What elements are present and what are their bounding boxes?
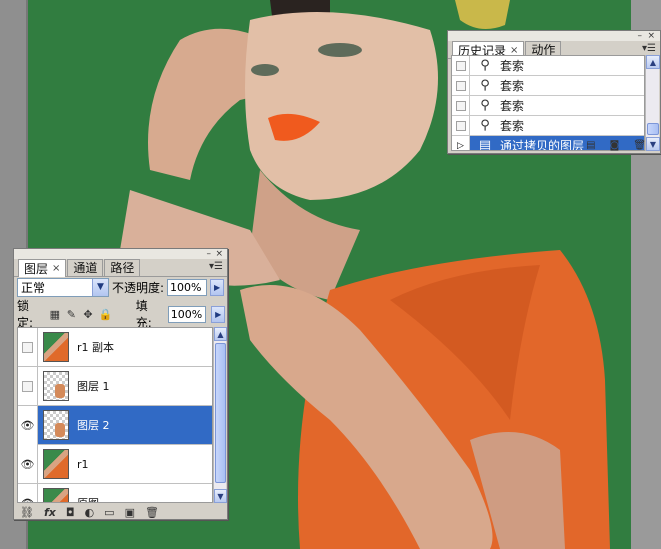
- fx-icon[interactable]: fx: [44, 506, 56, 519]
- fill-input[interactable]: 100%: [167, 305, 207, 323]
- tab-channels-label: 通道: [73, 261, 98, 275]
- layer-name: 图层 2: [77, 419, 110, 432]
- history-source-toggle[interactable]: [452, 95, 470, 116]
- history-source-toggle[interactable]: [452, 56, 470, 76]
- opacity-input[interactable]: 100%: [167, 278, 208, 296]
- lock-image-icon[interactable]: ✎: [66, 308, 78, 321]
- layer-row[interactable]: 👁 原图: [18, 483, 212, 502]
- minimize-icon[interactable]: –: [207, 249, 212, 259]
- layer-thumbnail: [43, 488, 69, 502]
- history-item[interactable]: ⚲ 套索: [452, 115, 644, 136]
- layers-panel: – × 图层 × 通道 路径 ▾☰ 正常 ▼ 不透明度: 100% ▶ 锁定: …: [13, 248, 228, 520]
- history-item[interactable]: ⚲ 套索: [452, 95, 644, 116]
- opacity-label: 不透明度:: [112, 280, 165, 295]
- eye-icon[interactable]: 👁: [18, 483, 38, 502]
- mask-icon[interactable]: ◘: [66, 506, 75, 519]
- lasso-icon: ⚲: [480, 98, 490, 113]
- layers-bottom-bar: ⛓ fx ◘ ◐ ▭ ▣ 🗑: [20, 505, 224, 519]
- layers-list: r1 副本 图层 1 👁 图层 2 👁 r1 👁 原图: [17, 327, 213, 503]
- scroll-down-icon[interactable]: ▼: [214, 489, 227, 503]
- blend-mode-select[interactable]: 正常 ▼: [17, 277, 109, 297]
- panel-menu-icon[interactable]: ▾☰: [209, 261, 223, 272]
- history-item-label: 套索: [500, 119, 525, 133]
- scroll-thumb[interactable]: [215, 343, 226, 483]
- layers-titlebar[interactable]: – ×: [14, 249, 227, 259]
- folder-icon[interactable]: ▭: [104, 506, 114, 519]
- new-layer-icon[interactable]: ▣: [125, 506, 135, 519]
- layer-thumbnail: [43, 410, 69, 440]
- blend-mode-value: 正常: [21, 280, 46, 295]
- tab-paths[interactable]: 路径: [104, 259, 141, 276]
- layer-name: r1 副本: [77, 341, 115, 354]
- visibility-toggle[interactable]: [18, 366, 38, 406]
- adjustment-icon[interactable]: ◐: [85, 506, 95, 519]
- layer-name: 原图: [77, 495, 99, 502]
- fill-slider-arrow-icon[interactable]: ▶: [211, 305, 225, 323]
- tab-channels[interactable]: 通道: [67, 259, 104, 276]
- layers-tabs: 图层 × 通道 路径 ▾☰: [14, 259, 227, 277]
- layers-scrollbar[interactable]: ▲ ▼: [213, 327, 227, 503]
- history-source-toggle[interactable]: [452, 115, 470, 136]
- lock-all-icon[interactable]: 🔒: [99, 308, 113, 321]
- layer-row[interactable]: 图层 1: [18, 366, 212, 406]
- chevron-down-icon[interactable]: ▼: [92, 278, 108, 296]
- history-titlebar[interactable]: – ×: [448, 31, 660, 41]
- fill-label: 填充:: [135, 299, 152, 330]
- lock-transparent-icon[interactable]: ▦: [49, 308, 61, 321]
- tab-layers[interactable]: 图层 ×: [18, 259, 67, 277]
- panel-menu-icon[interactable]: ▾☰: [642, 43, 656, 54]
- close-icon[interactable]: ×: [215, 249, 223, 259]
- history-item[interactable]: ⚲ 套索: [452, 56, 644, 76]
- layer-row[interactable]: 👁 r1: [18, 444, 212, 484]
- eye-icon[interactable]: 👁: [18, 444, 38, 484]
- layer-name: r1: [77, 457, 89, 471]
- layer-row[interactable]: r1 副本: [18, 328, 212, 367]
- scroll-up-icon[interactable]: ▲: [214, 327, 227, 341]
- snapshot-icon[interactable]: ◙: [610, 140, 620, 151]
- layer-thumbnail: [43, 449, 69, 479]
- lock-row: 锁定: ▦ ✎ ✥ 🔒 填充: 100% ▶: [17, 299, 225, 330]
- opacity-slider-arrow-icon[interactable]: ▶: [210, 278, 225, 296]
- new-document-from-state-icon[interactable]: ▤: [586, 140, 595, 151]
- tab-paths-label: 路径: [110, 261, 135, 275]
- lasso-icon: ⚲: [480, 58, 490, 73]
- history-source-toggle[interactable]: [452, 75, 470, 96]
- tab-close-icon[interactable]: ×: [52, 261, 60, 277]
- history-item-label: 套索: [500, 79, 525, 93]
- lasso-icon: ⚲: [480, 118, 490, 133]
- eye-icon[interactable]: 👁: [18, 405, 38, 445]
- visibility-toggle[interactable]: [18, 328, 38, 367]
- lasso-icon: ⚲: [480, 78, 490, 93]
- history-item-label: 套索: [500, 59, 525, 73]
- history-panel: – × 历史记录 × 动作 ▾☰ ⚲ 套索 ⚲ 套索 ⚲ 套索 ⚲ 套索 ▷ ▤…: [447, 30, 661, 154]
- lock-label: 锁定:: [17, 299, 34, 330]
- scroll-thumb[interactable]: [647, 123, 659, 135]
- tab-layers-label: 图层: [24, 261, 49, 276]
- layer-thumbnail: [43, 371, 69, 401]
- link-icon[interactable]: ⛓: [20, 506, 34, 519]
- history-item-label: 套索: [500, 99, 525, 113]
- history-bottom-bar: ▤ ◙ 🗑: [448, 137, 660, 153]
- layer-row-selected[interactable]: 👁 图层 2: [18, 405, 212, 445]
- trash-icon[interactable]: 🗑: [633, 140, 646, 151]
- lock-position-icon[interactable]: ✥: [82, 308, 94, 321]
- history-item[interactable]: ⚲ 套索: [452, 75, 644, 96]
- blend-row: 正常 ▼ 不透明度: 100% ▶: [17, 276, 225, 298]
- close-icon[interactable]: ×: [647, 31, 655, 41]
- scroll-up-icon[interactable]: ▲: [646, 55, 660, 69]
- trash-icon[interactable]: 🗑: [145, 506, 159, 519]
- layer-thumbnail: [43, 332, 69, 362]
- minimize-icon[interactable]: –: [638, 31, 643, 41]
- layer-name: 图层 1: [77, 380, 110, 393]
